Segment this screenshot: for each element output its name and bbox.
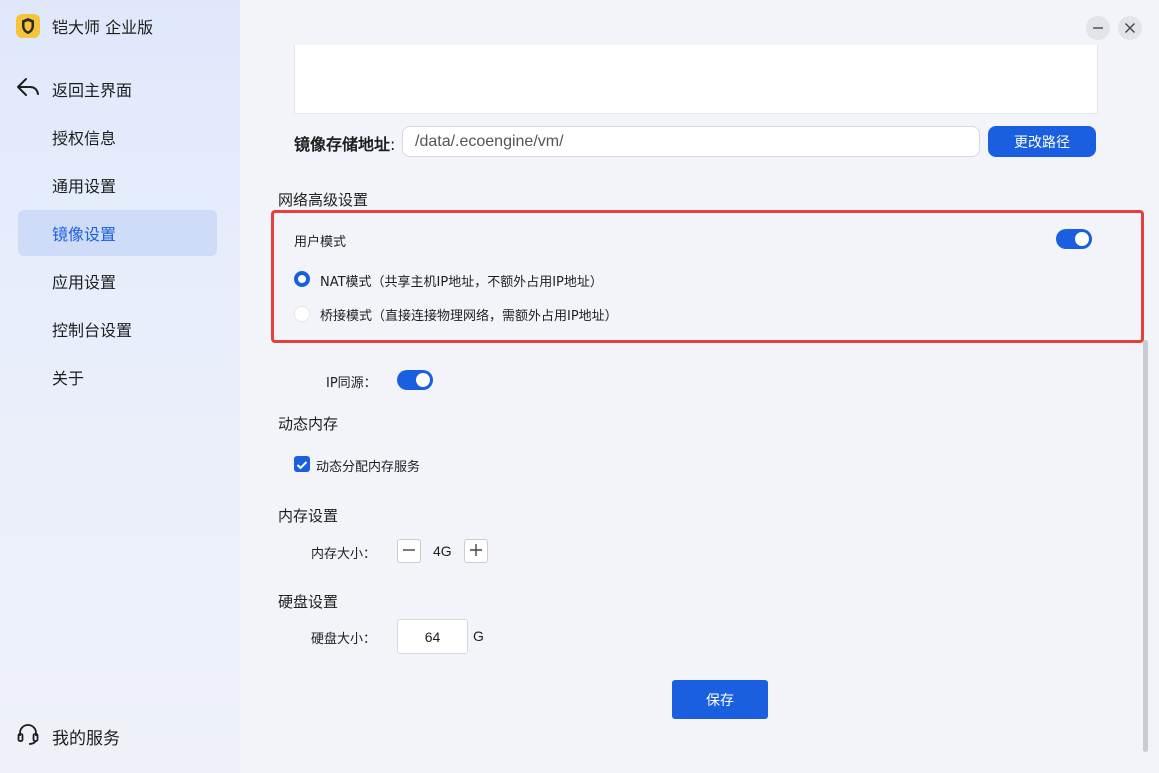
checkmark-icon: [296, 455, 308, 474]
toggle-knob: [1075, 232, 1089, 246]
nat-mode-label: NAT模式（共享主机IP地址，不额外占用IP地址）: [320, 275, 603, 290]
ip-same-source-label: IP同源：: [326, 376, 377, 391]
user-mode-label: 用户模式: [294, 235, 347, 250]
disk-size-label: 硬盘大小：: [311, 632, 377, 647]
sidebar-item-label: 关于: [52, 369, 85, 388]
sidebar-item-image[interactable]: 镜像设置: [18, 210, 217, 256]
sidebar-item-label: 通用设置: [52, 177, 117, 196]
bridge-mode-label: 桥接模式（直接连接物理网络，需额外占用IP地址）: [320, 309, 618, 324]
ip-same-source-toggle[interactable]: [397, 370, 433, 390]
disk-section-title: 硬盘设置: [278, 593, 339, 611]
sidebar-item-label: 应用设置: [52, 273, 117, 292]
sidebar-item-label: 授权信息: [52, 129, 117, 148]
plus-icon: [469, 542, 483, 561]
minimize-icon: [1092, 19, 1104, 38]
nat-mode-radio[interactable]: [294, 271, 310, 287]
memory-value: 4G: [433, 543, 452, 559]
back-arrow-icon: [16, 76, 40, 102]
storage-path-label: 镜像存储地址:: [294, 135, 396, 154]
sidebar-item-license[interactable]: 授权信息: [18, 114, 217, 160]
dynamic-memory-title: 动态内存: [278, 415, 339, 433]
app-title-bar: 铠大师 企业版: [16, 14, 153, 38]
memory-section-title: 内存设置: [278, 507, 339, 525]
sidebar-item-apps[interactable]: 应用设置: [18, 258, 217, 304]
shield-logo-icon: [16, 14, 40, 38]
dynamic-memory-checkbox[interactable]: [294, 456, 310, 472]
close-icon: [1124, 19, 1136, 38]
my-service-label: 我的服务: [52, 729, 120, 749]
storage-path-input[interactable]: [402, 126, 980, 157]
minimize-button[interactable]: [1086, 16, 1110, 40]
scrollbar[interactable]: [1143, 340, 1148, 752]
bridge-mode-radio[interactable]: [294, 306, 310, 322]
main-panel: 镜像存储地址: 更改路径 网络高级设置 用户模式 NAT模式（共享主机IP地址，…: [240, 0, 1159, 773]
change-path-button[interactable]: 更改路径: [988, 126, 1096, 157]
memory-decrease-button[interactable]: [397, 539, 421, 563]
toggle-knob: [416, 373, 430, 387]
user-mode-toggle[interactable]: [1056, 229, 1092, 249]
app-title: 铠大师 企业版: [52, 18, 154, 37]
sidebar-item-console[interactable]: 控制台设置: [18, 306, 217, 352]
content-card-above: [294, 45, 1098, 114]
sidebar-item-general[interactable]: 通用设置: [18, 162, 217, 208]
headset-icon: [16, 722, 40, 751]
my-service-button[interactable]: 我的服务: [16, 722, 120, 751]
sidebar: 铠大师 企业版 返回主界面 授权信息 通用设置 镜像设置 应用设置 控制台设置 …: [0, 0, 240, 773]
sidebar-item-about[interactable]: 关于: [18, 354, 217, 400]
memory-increase-button[interactable]: [464, 539, 488, 563]
back-to-main-button[interactable]: 返回主界面: [16, 76, 132, 102]
back-label: 返回主界面: [52, 81, 133, 100]
sidebar-item-label: 镜像设置: [52, 225, 117, 244]
network-section-title: 网络高级设置: [278, 191, 369, 209]
minus-icon: [402, 542, 416, 561]
dynamic-memory-label: 动态分配内存服务: [316, 460, 421, 475]
close-button[interactable]: [1118, 16, 1142, 40]
save-button[interactable]: 保存: [672, 680, 768, 719]
sidebar-item-label: 控制台设置: [52, 321, 133, 340]
memory-size-label: 内存大小：: [311, 547, 377, 562]
disk-size-input[interactable]: [397, 619, 468, 654]
disk-unit: G: [473, 628, 484, 644]
